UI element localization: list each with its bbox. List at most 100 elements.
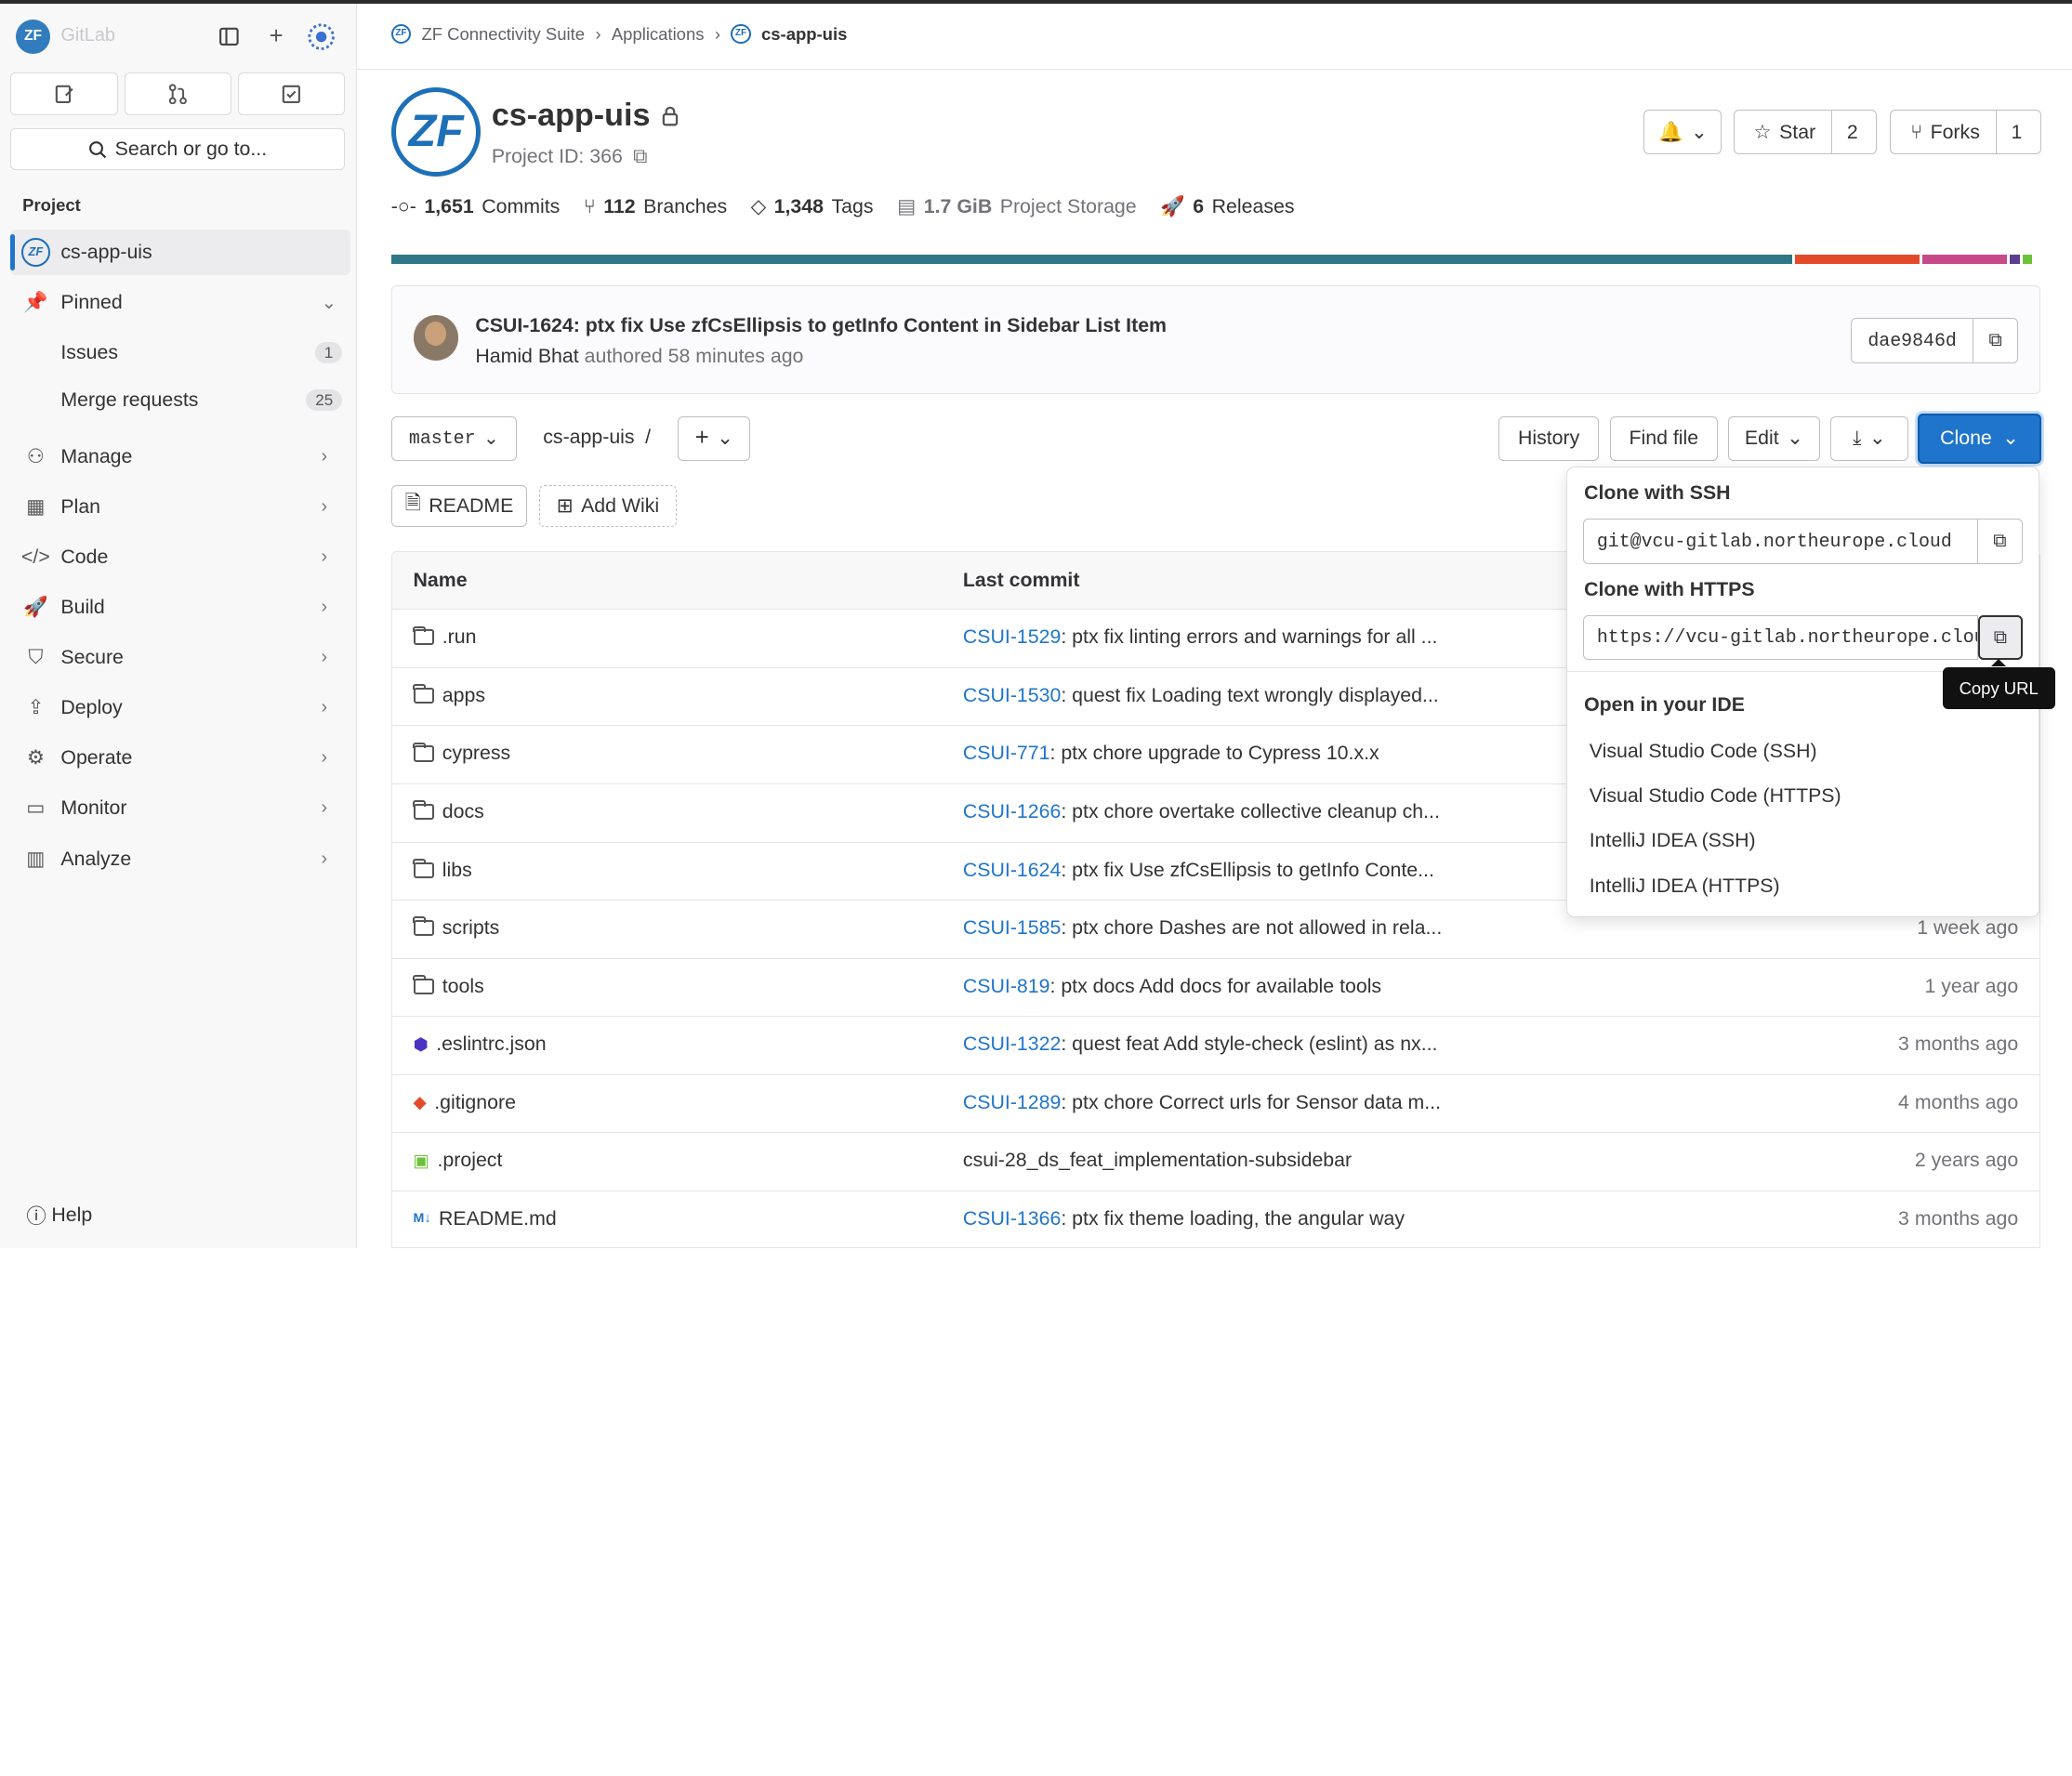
- breadcrumb-current[interactable]: cs-app-uis: [761, 24, 847, 45]
- language-segment[interactable]: [2010, 255, 2020, 265]
- storage-link[interactable]: ▤ 1.7 GiB Project Storage: [897, 195, 1137, 218]
- sidebar-item-merge-requests[interactable]: Merge requests 25: [10, 378, 350, 423]
- file-name-cell[interactable]: cypress: [413, 742, 510, 765]
- file-name-cell[interactable]: .run: [413, 625, 477, 649]
- commit-issue-link[interactable]: CSUI-1585: [963, 916, 1061, 939]
- file-name-cell[interactable]: ▣ .project: [414, 1149, 503, 1172]
- commit-message[interactable]: : ptx chore overtake collective cleanup …: [1061, 800, 1440, 822]
- file-name-cell[interactable]: M↓ README.md: [414, 1207, 557, 1230]
- search-button[interactable]: Search or go to...: [10, 127, 346, 171]
- commit-issue-link[interactable]: CSUI-819: [963, 975, 1050, 997]
- copy-icon[interactable]: ⧉: [1973, 318, 2019, 363]
- sidebar-item-monitor[interactable]: ▭ Monitor ›: [10, 786, 350, 831]
- commit-author[interactable]: Hamid Bhat: [475, 345, 578, 367]
- gitlab-logo-icon[interactable]: ZF: [16, 20, 50, 55]
- copy-icon[interactable]: ⧉: [633, 145, 647, 168]
- commit-message[interactable]: : quest fix Loading text wrongly display…: [1061, 684, 1438, 706]
- table-row[interactable]: M↓ README.md CSUI-1366: ptx fix theme load…: [392, 1191, 2039, 1248]
- commit-issue-link[interactable]: CSUI-1530: [963, 684, 1061, 706]
- sidebar-item-deploy[interactable]: ⇪ Deploy ›: [10, 686, 350, 730]
- add-wiki-button[interactable]: ⊞ Add Wiki: [539, 484, 677, 528]
- notifications-button[interactable]: 🔔 ⌄: [1643, 109, 1722, 155]
- star-button[interactable]: ☆ Star 2: [1734, 109, 1877, 155]
- create-new-icon[interactable]: +: [259, 20, 294, 54]
- commit-sha[interactable]: dae9846d: [1851, 318, 1973, 363]
- path-root[interactable]: cs-app-uis: [543, 426, 634, 448]
- commit-issue-link[interactable]: CSUI-1529: [963, 625, 1061, 648]
- file-name-cell[interactable]: libs: [413, 859, 472, 882]
- copy-ssh-url-icon[interactable]: ⧉: [1977, 519, 2024, 564]
- ide-vscode-https[interactable]: Visual Studio Code (HTTPS): [1590, 784, 1841, 808]
- readme-button[interactable]: 🗎 README: [390, 484, 528, 528]
- commit-message[interactable]: csui-28_ds_feat_implementation-subsideba…: [963, 1149, 1352, 1171]
- language-bar[interactable]: [390, 255, 2040, 265]
- commit-message[interactable]: : quest feat Add style-check (eslint) as…: [1061, 1033, 1437, 1055]
- releases-link[interactable]: 🚀 6 Releases: [1160, 195, 1294, 218]
- history-button[interactable]: History: [1498, 415, 1600, 462]
- language-segment[interactable]: [390, 255, 1792, 265]
- sidebar-item-secure[interactable]: ⛉ Secure ›: [10, 636, 350, 680]
- commit-issue-link[interactable]: CSUI-1266: [963, 800, 1061, 822]
- toggle-sidebar-icon[interactable]: [211, 20, 245, 54]
- commit-message[interactable]: : ptx chore Correct urls for Sensor data…: [1061, 1091, 1441, 1113]
- file-name-cell[interactable]: scripts: [413, 916, 499, 940]
- commit-title[interactable]: CSUI-1624: ptx fix Use zfCsEllipsis to g…: [475, 314, 1167, 337]
- edit-button[interactable]: Edit ⌄: [1728, 415, 1820, 462]
- find-file-button[interactable]: Find file: [1609, 415, 1719, 462]
- sidebar-item-operate[interactable]: ⚙ Operate ›: [10, 736, 350, 781]
- https-url-field[interactable]: https://vcu-gitlab.northeurope.cloud: [1582, 615, 1978, 661]
- commits-link[interactable]: -○- 1,651 Commits: [391, 195, 561, 218]
- breadcrumb-subgroup[interactable]: Applications: [612, 24, 705, 45]
- commit-message[interactable]: : ptx fix theme loading, the angular way: [1061, 1207, 1405, 1230]
- branch-selector[interactable]: master ⌄: [390, 415, 517, 462]
- ide-intellij-ssh[interactable]: IntelliJ IDEA (SSH): [1590, 829, 1756, 852]
- help-button[interactable]: ⓘ Help: [26, 1201, 92, 1230]
- commit-issue-link[interactable]: CSUI-1624: [963, 859, 1061, 881]
- issues-quick-icon[interactable]: [10, 72, 118, 115]
- commit-message[interactable]: : ptx docs Add docs for available tools: [1049, 975, 1381, 997]
- ide-vscode-ssh[interactable]: Visual Studio Code (SSH): [1590, 740, 1817, 763]
- commit-issue-link[interactable]: CSUI-1322: [963, 1033, 1061, 1055]
- todo-quick-icon[interactable]: [237, 72, 346, 115]
- table-row[interactable]: ⬢ .eslintrc.json CSUI-1322: quest feat Add…: [391, 1017, 2039, 1075]
- branches-link[interactable]: ⑂ 112 Branches: [584, 195, 727, 218]
- table-row[interactable]: ◆ .gitignore CSUI-1289: ptx chore Correct …: [391, 1075, 2039, 1134]
- merge-requests-quick-icon[interactable]: [124, 72, 231, 115]
- ide-intellij-https[interactable]: IntelliJ IDEA (HTTPS): [1590, 875, 1780, 898]
- sidebar-item-issues[interactable]: Issues 1: [10, 330, 350, 375]
- copy-https-url-icon[interactable]: ⧉: [1977, 615, 2024, 661]
- avatar[interactable]: [413, 315, 458, 361]
- sidebar-item-manage[interactable]: ⚇ Manage ›: [10, 435, 350, 480]
- sidebar-item-analyze[interactable]: ▥ Analyze ›: [10, 836, 350, 881]
- sidebar-item-pinned[interactable]: 📌 Pinned ⌄: [10, 280, 350, 324]
- commit-issue-link[interactable]: CSUI-1366: [963, 1207, 1061, 1230]
- commit-message[interactable]: : ptx chore Dashes are not allowed in re…: [1061, 916, 1442, 939]
- sidebar-item-plan[interactable]: ▦ Plan ›: [10, 485, 350, 530]
- add-to-tree-button[interactable]: + ⌄: [678, 415, 751, 462]
- sidebar-item-project[interactable]: ZF cs-app-uis: [10, 230, 350, 275]
- file-name-cell[interactable]: ⬢ .eslintrc.json: [414, 1033, 547, 1056]
- language-segment[interactable]: [1921, 255, 2008, 265]
- user-avatar-icon[interactable]: [304, 20, 338, 54]
- table-row[interactable]: tools CSUI-819: ptx docs Add docs for ava…: [391, 959, 2039, 1018]
- language-segment[interactable]: [1794, 255, 1920, 265]
- sidebar-item-code[interactable]: </> Code ›: [10, 535, 350, 580]
- forks-button[interactable]: ⑂ Forks 1: [1889, 109, 2042, 155]
- tags-link[interactable]: ◇ 1,348 Tags: [751, 195, 874, 218]
- sidebar-item-build[interactable]: 🚀 Build ›: [10, 585, 350, 630]
- commit-issue-link[interactable]: CSUI-771: [963, 742, 1050, 764]
- file-name-cell[interactable]: tools: [413, 975, 484, 998]
- file-name-cell[interactable]: apps: [413, 684, 485, 707]
- commit-issue-link[interactable]: CSUI-1289: [963, 1091, 1061, 1113]
- file-name-cell[interactable]: docs: [413, 800, 484, 823]
- clone-button[interactable]: Clone ⌄: [1917, 413, 2042, 464]
- table-row[interactable]: ▣ .project csui-28_ds_feat_implementation-…: [391, 1133, 2039, 1191]
- commit-message[interactable]: : ptx chore upgrade to Cypress 10.x.x: [1049, 742, 1379, 764]
- file-name-cell[interactable]: ◆ .gitignore: [414, 1091, 516, 1114]
- commit-message[interactable]: : ptx fix Use zfCsEllipsis to getInfo Co…: [1061, 859, 1434, 881]
- commit-message[interactable]: : ptx fix linting errors and warnings fo…: [1061, 625, 1437, 648]
- download-button[interactable]: ⤓ ⌄: [1829, 415, 1908, 462]
- breadcrumb-group[interactable]: ZF Connectivity Suite: [421, 24, 585, 45]
- ssh-url-field[interactable]: git@vcu-gitlab.northeurope.cloud: [1582, 519, 1978, 564]
- language-segment[interactable]: [2022, 255, 2033, 265]
